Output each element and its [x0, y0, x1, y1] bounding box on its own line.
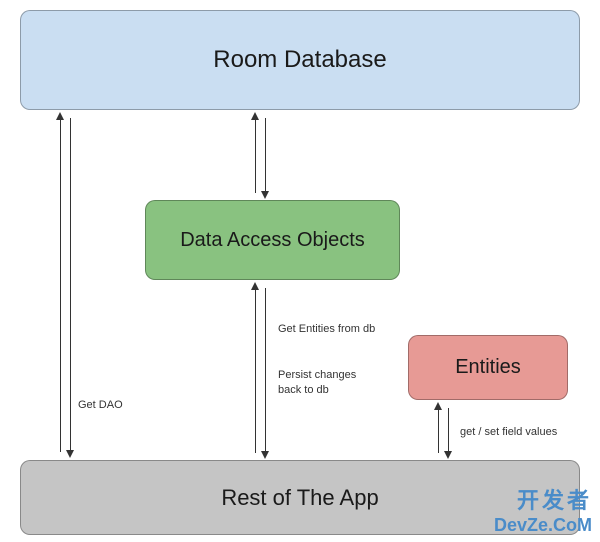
arrow-ent-rest-up: [438, 408, 439, 453]
dao-box: Data Access Objects: [145, 200, 400, 280]
arrow-getdao-up: [60, 118, 61, 452]
arrow-dao-rest-down-head: [261, 451, 269, 459]
label-get-dao: Get DAO: [78, 398, 123, 412]
arrow-dao-room-up-head: [251, 112, 259, 120]
label-get-entities: Get Entities from db: [278, 322, 375, 336]
arrow-dao-room-down-head: [261, 191, 269, 199]
label-persist-1: Persist changes: [278, 368, 356, 382]
arrow-getdao-down: [70, 118, 71, 452]
entities-box: Entities: [408, 335, 568, 400]
dao-label: Data Access Objects: [180, 229, 365, 252]
arrow-dao-room-up: [255, 118, 256, 193]
entities-label: Entities: [455, 356, 521, 379]
rest-app-label: Rest of The App: [221, 485, 378, 511]
arrow-dao-rest-up-head: [251, 282, 259, 290]
arrow-ent-rest-down: [448, 408, 449, 453]
label-get-set: get / set field values: [460, 425, 557, 439]
arrow-ent-rest-down-head: [444, 451, 452, 459]
arrow-getdao-down-head: [66, 450, 74, 458]
label-persist-2: back to db: [278, 383, 329, 397]
room-database-box: Room Database: [20, 10, 580, 110]
arrow-dao-room-down: [265, 118, 266, 193]
arrow-dao-rest-up: [255, 288, 256, 453]
arrow-ent-rest-up-head: [434, 402, 442, 410]
room-database-label: Room Database: [213, 46, 386, 74]
arrow-dao-rest-down: [265, 288, 266, 453]
arrow-getdao-up-head: [56, 112, 64, 120]
rest-app-box: Rest of The App: [20, 460, 580, 535]
